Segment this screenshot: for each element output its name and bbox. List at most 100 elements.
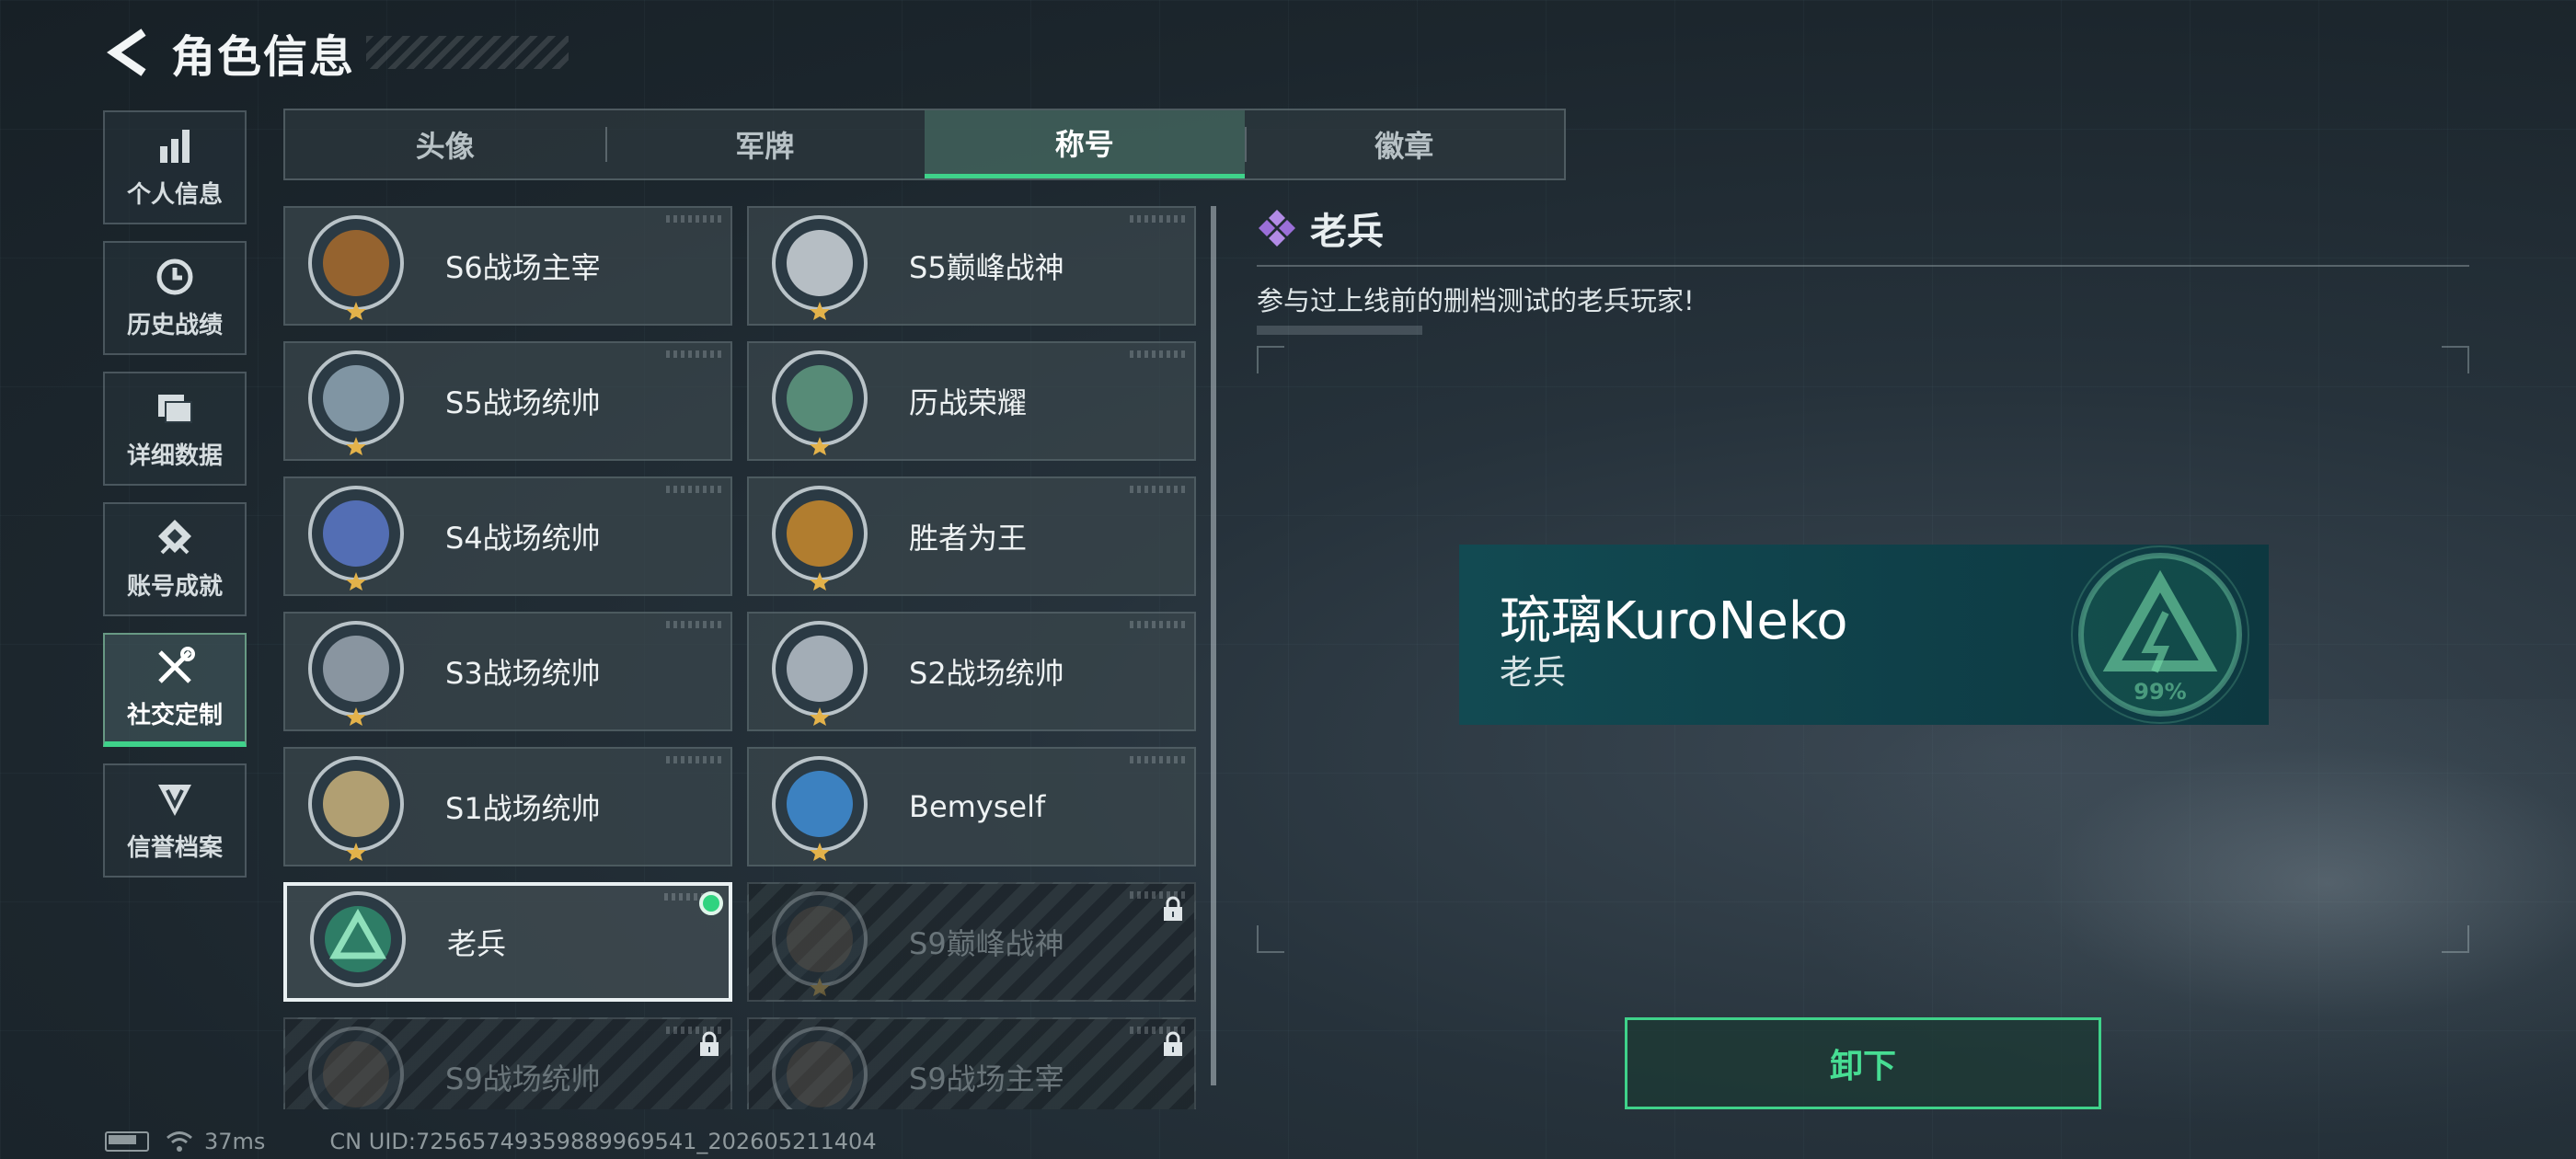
title-card-label: 胜者为王: [909, 521, 1028, 556]
vehicle-badge-icon: [308, 621, 404, 726]
sidebar-item-label: 详细数据: [126, 442, 223, 470]
nameplate-preview: 琉璃KuroNeko 老兵 99%: [1459, 545, 2269, 725]
title-list: S6战场主宰 S5巅峰战神 S5战场统帅 历战荣耀 S4战场统帅 胜者为王 S3战场统帅 S2…: [283, 206, 1203, 1109]
title-card[interactable]: 历战荣耀: [747, 341, 1196, 461]
frame-corner: [1257, 925, 1284, 953]
veteran-badge-icon: [310, 891, 406, 987]
sidebar-item-social[interactable]: 社交定制: [103, 633, 247, 747]
detail-subline: [1257, 326, 1422, 335]
tab-dogtag[interactable]: 军牌: [604, 110, 926, 178]
tank-badge-icon: [308, 756, 404, 861]
unequip-button[interactable]: 卸下: [1625, 1017, 2101, 1109]
title-card-label: S6战场主宰: [445, 250, 601, 285]
sidebar: 个人信息 历史战绩 详细数据 账号成就 社交定制 信誉档案: [103, 110, 250, 894]
skull-mask-badge-icon: [772, 215, 868, 320]
title-card[interactable]: 老兵: [283, 882, 732, 1002]
title-card[interactable]: S1战场统帅: [283, 747, 732, 866]
diamond-cluster-icon: [1259, 210, 1295, 247]
frame-corner: [1257, 346, 1284, 373]
title-card[interactable]: S6战场主宰: [283, 206, 732, 326]
sidebar-item-profile[interactable]: 个人信息: [103, 110, 247, 224]
wifi-icon: [167, 1131, 192, 1152]
sidebar-item-credit[interactable]: 信誉档案: [103, 763, 247, 878]
sidebar-item-label: 账号成就: [126, 572, 223, 601]
title-card[interactable]: S9巅峰战神: [747, 882, 1196, 1002]
card-decoration: [666, 621, 721, 628]
ship-badge-icon: [308, 1027, 404, 1109]
tab-avatar[interactable]: 头像: [285, 110, 605, 178]
card-decoration: [666, 215, 721, 223]
tab-badge[interactable]: 徽章: [1244, 110, 1565, 178]
title-list-scrollbar[interactable]: [1211, 206, 1216, 1085]
title-card[interactable]: S4战场统帅: [283, 476, 732, 596]
card-decoration: [1130, 621, 1185, 628]
preview-player-name: 琉璃KuroNeko: [1500, 591, 1848, 651]
card-decoration: [1130, 486, 1185, 493]
sidebar-item-history[interactable]: 历史战绩: [103, 241, 247, 355]
title-card[interactable]: S5战场统帅: [283, 341, 732, 461]
status-bar: 37ms CN UID:72565749359889969541_2026052…: [105, 1128, 877, 1155]
page-title: 角色信息: [171, 31, 356, 83]
achievement-icon: [158, 519, 191, 554]
title-card-label: Bemyself: [909, 789, 1046, 824]
back-arrow-icon: [107, 29, 146, 76]
ruins-badge-icon: [772, 891, 868, 996]
title-card-label: 老兵: [447, 926, 507, 961]
tools-icon: [158, 646, 195, 683]
title-card-label: S9战场统帅: [445, 1061, 601, 1096]
title-card[interactable]: S9战场主宰: [747, 1017, 1196, 1109]
title-card[interactable]: 胜者为王: [747, 476, 1196, 596]
equipped-indicator: [699, 891, 723, 915]
title-card-label: 历战荣耀: [909, 385, 1028, 420]
title-decoration: [366, 36, 569, 69]
battery-icon: [105, 1131, 149, 1152]
detail-title-name: 老兵: [1310, 211, 1384, 253]
card-decoration: [666, 350, 721, 358]
helicopter-badge-icon: [772, 621, 868, 726]
title-card-label: S5战场统帅: [445, 385, 601, 420]
category-tabs: 头像 军牌 称号 徽章: [283, 109, 1566, 180]
frame-corner: [2442, 346, 2469, 373]
boat-badge-icon: [308, 350, 404, 455]
detail-description: 参与过上线前的删档测试的老兵玩家!: [1257, 285, 1695, 316]
title-card[interactable]: S9战场统帅: [283, 1017, 732, 1109]
emblem-percent: 99%: [2133, 679, 2186, 705]
lock-icon: [1164, 1031, 1182, 1056]
title-card-label: S2战场统帅: [909, 656, 1064, 691]
title-card[interactable]: Bemyself: [747, 747, 1196, 866]
sidebar-item-achievements[interactable]: 账号成就: [103, 502, 247, 616]
mushroom-cloud-badge-icon: [772, 1027, 868, 1109]
title-card[interactable]: S5巅峰战神: [747, 206, 1196, 326]
folder-icon: [158, 394, 192, 423]
star-medal-badge-icon: [772, 486, 868, 591]
clock-icon: [156, 258, 193, 294]
veteran-emblem-icon: 99%: [2071, 545, 2249, 724]
title-card-label: S1战场统帅: [445, 791, 601, 826]
sidebar-item-label: 个人信息: [126, 180, 223, 209]
title-card[interactable]: S3战场统帅: [283, 612, 732, 731]
frame-corner: [2442, 925, 2469, 953]
lock-icon: [1164, 896, 1182, 921]
missile-badge-icon: [308, 486, 404, 591]
title-card-label: S4战场统帅: [445, 521, 601, 556]
detail-divider: [1257, 265, 2469, 267]
header: 角色信息: [101, 20, 569, 85]
back-button[interactable]: [101, 25, 156, 80]
title-card-label: S9巅峰战神: [909, 926, 1064, 961]
card-decoration: [1130, 350, 1185, 358]
title-card[interactable]: S2战场统帅: [747, 612, 1196, 731]
title-card-label: S9战场主宰: [909, 1061, 1064, 1096]
title-card-label: S5巅峰战神: [909, 250, 1064, 285]
title-detail: 老兵 参与过上线前的删档测试的老兵玩家!: [1257, 202, 2471, 335]
card-decoration: [1130, 215, 1185, 223]
sidebar-item-label: 信誉档案: [126, 833, 223, 862]
tab-title[interactable]: 称号: [925, 110, 1245, 178]
ping-readout: 37ms: [204, 1129, 266, 1154]
shield-v-icon: [158, 784, 191, 816]
sidebar-item-label: 历史战绩: [126, 311, 223, 339]
crossed-guns-badge-icon: [308, 215, 404, 320]
sidebar-item-details[interactable]: 详细数据: [103, 372, 247, 486]
preview-title: 老兵: [1500, 654, 1567, 692]
card-decoration: [1130, 756, 1185, 763]
uid-text: CN UID:72565749359889969541_202605211404: [329, 1129, 877, 1154]
